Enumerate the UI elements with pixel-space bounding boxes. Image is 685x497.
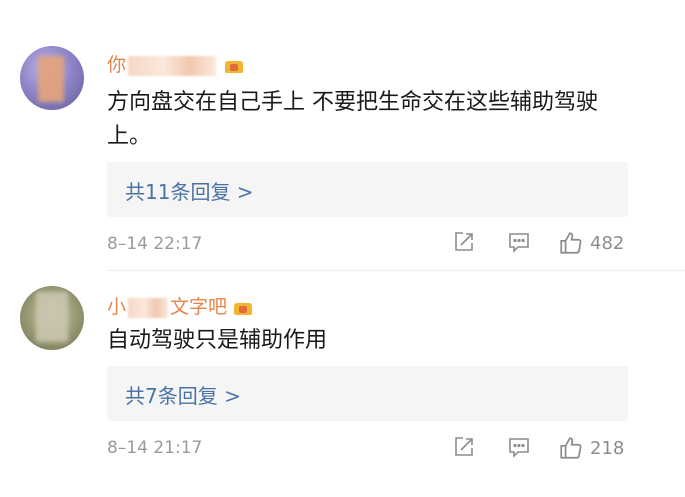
comment-button[interactable] [507,230,531,254]
username-visible: 你 [107,54,127,76]
share-button[interactable] [452,230,476,254]
view-replies-link[interactable]: 共11条回复 > [125,176,254,205]
avatar[interactable] [20,46,84,110]
username-visible: 小 [107,296,127,318]
avatar-mosaic [38,56,64,102]
like-button[interactable]: 482 [558,230,624,256]
share-icon [455,437,473,456]
username-mosaic [128,55,217,76]
timestamp: 8–14 22:17 [107,234,203,254]
like-button[interactable]: 218 [558,435,624,461]
comment-icon [509,438,529,458]
username-visible-suffix: 文字吧 [170,296,228,318]
comment-icon [509,233,529,253]
share-icon [455,232,473,251]
username[interactable]: 你 [107,50,244,77]
replies-box[interactable]: 共11条回复 > [107,162,628,217]
username[interactable]: 小 文字吧 [107,292,253,319]
like-count: 482 [590,232,625,254]
timestamp: 8–14 21:17 [107,438,203,458]
vip-crown-icon [233,299,253,317]
vip-crown-icon [224,57,244,75]
comment-text: 方向盘交在自己手上 不要把生命交在这些辅助驾驶上。 [107,90,598,149]
like-icon [560,437,582,459]
avatar-mosaic [36,292,68,342]
comment-item: 你 方向盘交在自己手上 不要把生命交在这些辅助驾驶上。 共11条回复 > 8–1… [0,0,685,270]
share-button[interactable] [452,435,476,459]
replies-box[interactable]: 共7条回复 > [107,366,628,421]
comment-button[interactable] [507,435,531,459]
avatar[interactable] [20,286,84,350]
view-replies-link[interactable]: 共7条回复 > [125,380,241,409]
comment-text: 自动驾驶只是辅助作用 [107,328,328,353]
comment-item: 小 文字吧 自动驾驶只是辅助作用 共7条回复 > 8–14 21:17 218 [0,270,685,497]
like-count: 218 [590,437,625,459]
username-mosaic [128,297,169,318]
like-icon [560,232,582,254]
